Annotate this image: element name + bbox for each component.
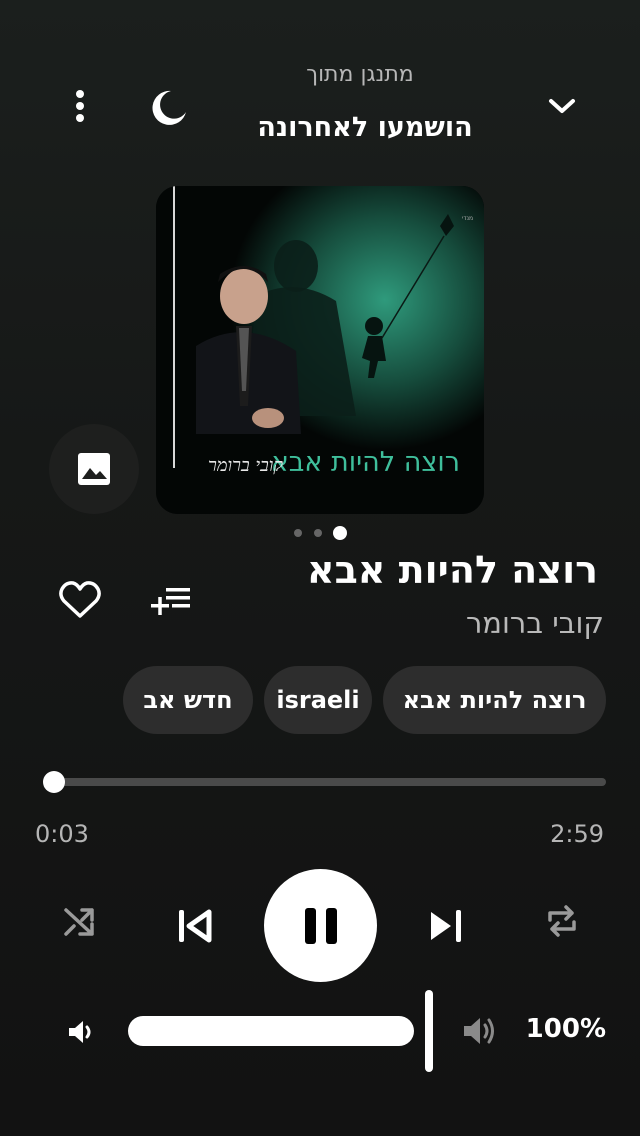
more-options-button[interactable]: [60, 86, 100, 126]
svg-text:מנדי: מנדי: [462, 215, 473, 222]
pager-dot: [314, 529, 322, 537]
album-cover-title: רוצה להיות אבא: [270, 447, 460, 478]
playing-from-source[interactable]: הושמעו לאחרונה: [180, 112, 550, 143]
skip-next-icon: [431, 910, 461, 942]
volume-down-button[interactable]: [60, 1012, 100, 1052]
tag-chip[interactable]: רוצה להיות אבא: [383, 666, 606, 734]
chevron-down-icon: [549, 99, 575, 113]
total-time: 2:59: [550, 820, 604, 848]
more-vert-icon: [76, 90, 84, 122]
previous-button[interactable]: [170, 902, 218, 950]
add-to-queue-button[interactable]: [144, 576, 196, 624]
volume-slider[interactable]: [128, 1016, 414, 1046]
skip-previous-icon: [179, 909, 212, 943]
heart-outline-icon: [59, 581, 101, 618]
shuffle-button[interactable]: [56, 898, 104, 944]
shuffle-icon: [64, 908, 94, 936]
repeat-icon: [548, 905, 576, 937]
next-button[interactable]: [422, 902, 470, 950]
album-artwork[interactable]: מנדי רוצה להיות אבא קובי ברומר: [156, 186, 484, 514]
pager-dot-active: [333, 526, 347, 540]
playlist-add-icon: [151, 588, 190, 615]
elapsed-time: 0:03: [35, 820, 89, 848]
repeat-button[interactable]: [538, 898, 586, 944]
tag-chip[interactable]: חדש אב: [123, 666, 253, 734]
album-cover-artist: קובי ברומר: [208, 455, 283, 476]
seek-thumb[interactable]: [43, 771, 66, 793]
artwork-pager[interactable]: [290, 526, 360, 540]
image-icon: [78, 453, 110, 485]
pager-dot: [294, 529, 302, 537]
favorite-button[interactable]: [54, 574, 106, 626]
volume-low-icon: [69, 1021, 91, 1043]
pause-icon: [304, 907, 337, 944]
show-image-button[interactable]: [49, 424, 139, 514]
volume-percentage: 100%: [525, 1014, 606, 1044]
track-artist[interactable]: קובי ברומר: [466, 606, 604, 640]
pause-button[interactable]: [264, 869, 377, 982]
tag-chip[interactable]: israeli: [264, 666, 372, 734]
volume-up-button[interactable]: [456, 1008, 502, 1054]
volume-slider-handle[interactable]: [425, 990, 433, 1072]
volume-high-icon: [464, 1018, 494, 1044]
playing-from-label: מתנגן מתוך: [306, 62, 414, 87]
collapse-player-button[interactable]: [540, 86, 584, 126]
seek-bar[interactable]: [46, 778, 606, 786]
track-title: רוצה להיות אבא: [306, 548, 598, 592]
